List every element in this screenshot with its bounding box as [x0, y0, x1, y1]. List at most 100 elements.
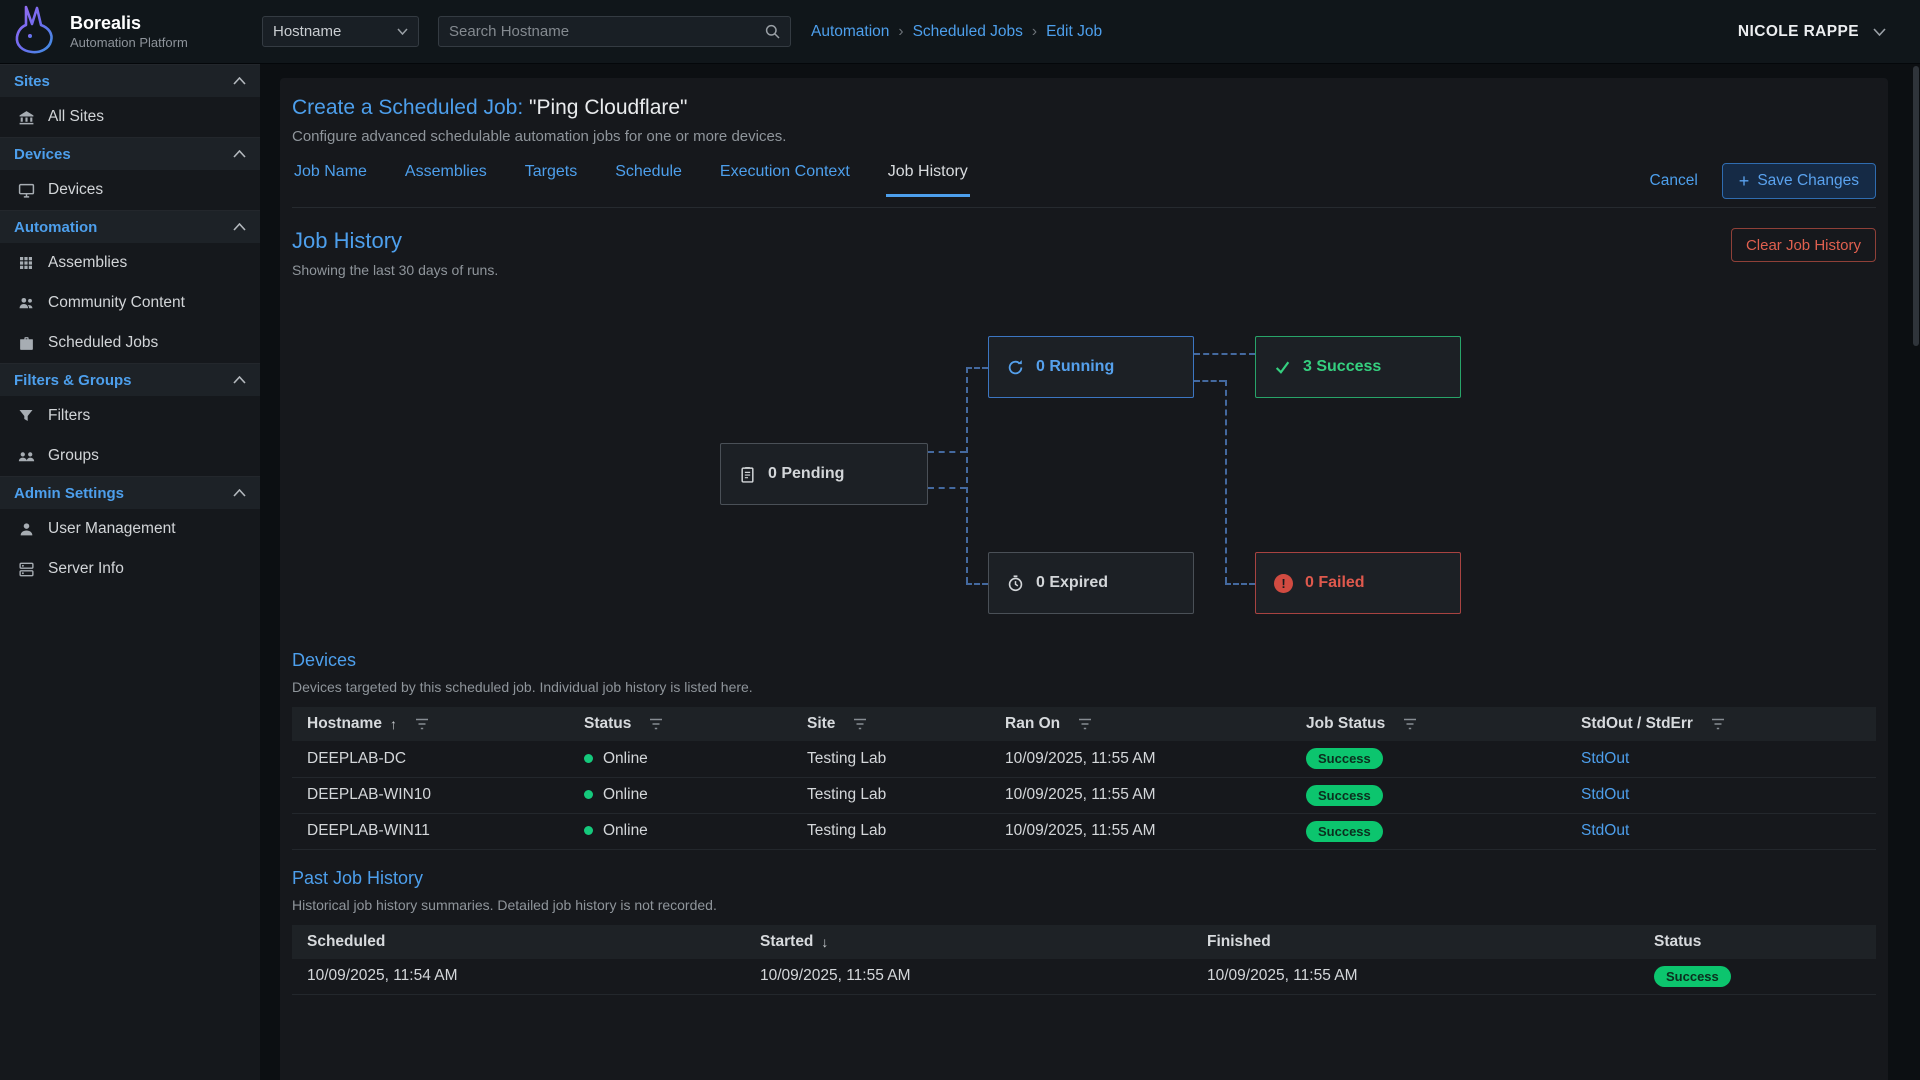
sidebar-item-devices[interactable]: Devices [0, 170, 260, 210]
online-status-dot [584, 826, 593, 835]
hostname-cell: DEEPLAB-DC [292, 741, 569, 777]
cancel-button[interactable]: Cancel [1650, 172, 1698, 190]
job-status-cell: Success [1291, 813, 1566, 849]
expired-count-label: 0 Expired [1036, 574, 1108, 592]
column-header-site[interactable]: Site [807, 715, 867, 733]
tab-execution-context[interactable]: Execution Context [718, 163, 852, 196]
column-header-stdout[interactable]: StdOut / StdErr [1581, 715, 1725, 733]
sidebar: Sites All Sites Devices Devices Automati… [0, 64, 260, 1080]
user-menu[interactable]: NICOLE RAPPE [1738, 23, 1920, 41]
sidebar-item-label: Server Info [48, 560, 124, 578]
sidebar-item-label: Assemblies [48, 254, 127, 272]
connector [966, 583, 988, 585]
sidebar-item-assemblies[interactable]: Assemblies [0, 243, 260, 283]
breadcrumb-separator: › [1032, 23, 1037, 41]
column-header-ran-on[interactable]: Ran On [1005, 715, 1092, 733]
chevron-up-icon [233, 150, 246, 158]
site-cell: Testing Lab [792, 813, 990, 849]
tab-targets[interactable]: Targets [523, 163, 579, 196]
filter-icon[interactable] [1711, 718, 1725, 730]
hostname-dropdown[interactable]: Hostname [262, 16, 419, 47]
started-cell: 10/09/2025, 11:55 AM [745, 959, 1192, 995]
stdout-cell: StdOut [1566, 777, 1876, 813]
sidebar-item-user-management[interactable]: User Management [0, 509, 260, 549]
finished-cell: 10/09/2025, 11:55 AM [1192, 959, 1639, 995]
connector [1225, 583, 1255, 585]
column-header-started[interactable]: Started↓ [760, 933, 828, 951]
past-history-table: Scheduled Started↓ Finished Status 10/09… [292, 925, 1876, 996]
breadcrumb-edit-job[interactable]: Edit Job [1046, 23, 1102, 41]
stdout-link[interactable]: StdOut [1581, 822, 1629, 839]
search-input[interactable] [449, 23, 765, 40]
tab-job-name[interactable]: Job Name [292, 163, 369, 196]
hostname-dropdown-value: Hostname [273, 23, 341, 40]
past-history-heading: Past Job History [292, 868, 1876, 889]
sidebar-item-scheduled-jobs[interactable]: Scheduled Jobs [0, 323, 260, 363]
brand: Borealis Automation Platform [0, 4, 260, 60]
sidebar-section-devices[interactable]: Devices [0, 137, 260, 170]
status-badge: Success [1306, 748, 1383, 769]
column-header-hostname[interactable]: Hostname↑ [307, 715, 429, 733]
sidebar-item-groups[interactable]: Groups [0, 436, 260, 476]
column-header-scheduled[interactable]: Scheduled [307, 933, 385, 951]
stdout-link[interactable]: StdOut [1581, 786, 1629, 803]
expired-status-box: 0 Expired [988, 552, 1194, 614]
past-history-subheading: Historical job history summaries. Detail… [292, 897, 1876, 913]
tab-bar: Job Name Assemblies Targets Schedule Exe… [292, 163, 1876, 208]
scrollbar-track [1912, 64, 1920, 1080]
plus-icon: + [1739, 172, 1750, 190]
tab-job-history[interactable]: Job History [886, 163, 970, 197]
job-history-subheading: Showing the last 30 days of runs. [292, 262, 498, 278]
sidebar-section-label: Sites [14, 73, 50, 90]
filter-icon[interactable] [649, 718, 663, 730]
filter-icon[interactable] [853, 718, 867, 730]
past-history-header-row: Scheduled Started↓ Finished Status [292, 925, 1876, 959]
clear-job-history-button[interactable]: Clear Job History [1731, 228, 1876, 262]
sidebar-item-label: Scheduled Jobs [48, 334, 158, 352]
building-icon [17, 109, 35, 126]
column-header-status[interactable]: Status [1654, 933, 1701, 951]
breadcrumb-automation[interactable]: Automation [811, 23, 889, 41]
sidebar-section-filters-groups[interactable]: Filters & Groups [0, 363, 260, 396]
sync-icon [1007, 359, 1024, 376]
breadcrumb-scheduled-jobs[interactable]: Scheduled Jobs [913, 23, 1023, 41]
site-cell: Testing Lab [792, 741, 990, 777]
sidebar-section-automation[interactable]: Automation [0, 210, 260, 243]
page-title-prefix: Create a Scheduled Job: [292, 96, 523, 119]
sort-asc-icon: ↑ [390, 716, 397, 732]
user-name: NICOLE RAPPE [1738, 23, 1859, 41]
save-changes-button[interactable]: + Save Changes [1722, 163, 1876, 199]
stdout-link[interactable]: StdOut [1581, 750, 1629, 767]
search-icon [765, 24, 780, 39]
community-icon [17, 295, 35, 312]
sidebar-item-label: All Sites [48, 108, 104, 126]
sidebar-section-admin-settings[interactable]: Admin Settings [0, 476, 260, 509]
column-header-status[interactable]: Status [584, 715, 663, 733]
check-icon [1274, 359, 1291, 376]
sidebar-item-filters[interactable]: Filters [0, 396, 260, 436]
sidebar-section-sites[interactable]: Sites [0, 64, 260, 97]
tab-schedule[interactable]: Schedule [613, 163, 684, 196]
filter-icon[interactable] [1403, 718, 1417, 730]
status-badge: Success [1306, 821, 1383, 842]
job-status-cell: Success [1291, 741, 1566, 777]
table-row: DEEPLAB-WIN11 Online Testing Lab 10/09/2… [292, 813, 1876, 849]
scrollbar-thumb[interactable] [1913, 66, 1919, 346]
online-status-dot [584, 790, 593, 799]
sidebar-item-community-content[interactable]: Community Content [0, 283, 260, 323]
sidebar-item-all-sites[interactable]: All Sites [0, 97, 260, 137]
job-status-flow-diagram: 0 Pending 0 Running 3 Success 0 Expired [292, 288, 1876, 638]
devices-table-header-row: Hostname↑ Status Site Ran On Job Status … [292, 707, 1876, 741]
tab-assemblies[interactable]: Assemblies [403, 163, 489, 196]
borealis-logo-icon [10, 4, 60, 60]
status-cell: Online [569, 741, 792, 777]
ran-on-cell: 10/09/2025, 11:55 AM [990, 813, 1291, 849]
filter-icon[interactable] [1078, 718, 1092, 730]
column-header-job-status[interactable]: Job Status [1306, 715, 1417, 733]
sidebar-item-server-info[interactable]: Server Info [0, 549, 260, 589]
chevron-up-icon [233, 77, 246, 85]
site-cell: Testing Lab [792, 777, 990, 813]
column-header-finished[interactable]: Finished [1207, 933, 1271, 951]
devices-table: Hostname↑ Status Site Ran On Job Status … [292, 707, 1876, 850]
filter-icon[interactable] [415, 718, 429, 730]
